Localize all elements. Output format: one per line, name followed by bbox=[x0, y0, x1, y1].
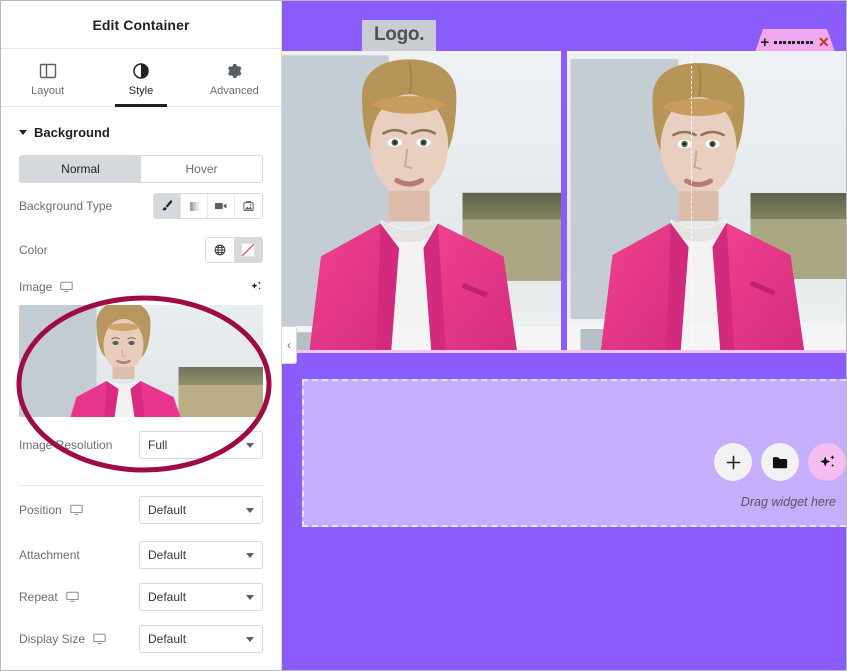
gear-icon bbox=[225, 62, 243, 80]
tab-style-label: Style bbox=[128, 85, 154, 97]
sparkle-icon[interactable] bbox=[249, 280, 263, 294]
dropzone-hint: Drag widget here bbox=[740, 495, 836, 509]
state-toggle: Normal Hover bbox=[19, 155, 263, 183]
position-label: Position bbox=[19, 503, 62, 517]
attachment-select-wrap: Default bbox=[139, 541, 263, 569]
position-label-group: Position bbox=[19, 503, 139, 517]
brush-icon[interactable] bbox=[154, 194, 181, 218]
panel-collapse-handle[interactable]: ‹ bbox=[282, 326, 297, 364]
background-type-buttons bbox=[153, 193, 263, 219]
image-resolution-select[interactable]: Full bbox=[139, 431, 263, 459]
globe-icon[interactable] bbox=[206, 238, 234, 262]
elementor-editor-window: Edit Container Layout Style Advanced Bac… bbox=[0, 0, 847, 671]
close-icon[interactable]: ✕ bbox=[818, 35, 830, 49]
background-type-row: Background Type bbox=[1, 183, 281, 229]
chevron-down-icon bbox=[19, 130, 27, 135]
color-row: Color bbox=[1, 229, 281, 271]
position-select[interactable]: Default bbox=[139, 496, 263, 524]
monitor-icon[interactable] bbox=[93, 633, 106, 645]
preview-canvas: Logo. + ✕ Drag widget here bbox=[282, 1, 846, 670]
slideshow-icon[interactable] bbox=[235, 194, 262, 218]
repeat-label: Repeat bbox=[19, 590, 58, 604]
tab-style[interactable]: Style bbox=[94, 49, 187, 107]
color-label: Color bbox=[19, 243, 48, 257]
tab-advanced[interactable]: Advanced bbox=[188, 49, 281, 106]
state-hover-button[interactable]: Hover bbox=[141, 156, 262, 182]
panel-header: Edit Container bbox=[1, 1, 281, 49]
hero-photo-left[interactable] bbox=[282, 51, 561, 353]
monitor-icon[interactable] bbox=[60, 281, 74, 293]
tab-advanced-label: Advanced bbox=[209, 85, 259, 97]
background-type-label: Background Type bbox=[19, 199, 113, 213]
repeat-select[interactable]: Default bbox=[139, 583, 263, 611]
background-section-header[interactable]: Background bbox=[1, 107, 281, 152]
guide-dashed-line bbox=[691, 51, 692, 353]
grid-dots-icon[interactable] bbox=[774, 41, 813, 44]
image-resolution-select-wrap: Full bbox=[139, 431, 263, 459]
monitor-icon[interactable] bbox=[69, 504, 83, 516]
repeat-label-group: Repeat bbox=[19, 590, 139, 604]
add-section-button[interactable]: + bbox=[760, 35, 769, 50]
dropzone-buttons bbox=[714, 443, 846, 481]
color-buttons bbox=[205, 237, 263, 263]
thumbnail-photo bbox=[19, 305, 263, 417]
add-element-button[interactable] bbox=[714, 443, 752, 481]
gradient-icon[interactable] bbox=[181, 194, 208, 218]
state-normal-button[interactable]: Normal bbox=[20, 156, 141, 182]
repeat-row: Repeat Default bbox=[1, 576, 281, 618]
no-color-swatch[interactable] bbox=[234, 238, 262, 262]
position-select-wrap: Default bbox=[139, 496, 263, 524]
display-size-select-wrap: Default bbox=[139, 625, 263, 653]
model-photo-left bbox=[282, 51, 561, 353]
panel-body: Background Normal Hover Background Type bbox=[1, 107, 281, 670]
image-label: Image bbox=[19, 280, 53, 294]
monitor-icon[interactable] bbox=[65, 591, 79, 603]
attachment-row: Attachment Default bbox=[1, 534, 281, 576]
image-row: Image bbox=[1, 271, 281, 303]
display-size-label: Display Size bbox=[19, 632, 86, 646]
video-icon[interactable] bbox=[208, 194, 235, 218]
display-size-label-group: Display Size bbox=[19, 632, 139, 646]
hero-photo-right[interactable] bbox=[567, 51, 846, 353]
attachment-label: Attachment bbox=[19, 548, 80, 562]
ai-builder-button[interactable] bbox=[808, 443, 846, 481]
logo[interactable]: Logo. bbox=[362, 20, 437, 51]
empty-container-area: Drag widget here bbox=[282, 353, 846, 662]
image-resolution-row: Image Resolution Full bbox=[1, 423, 281, 467]
image-label-group: Image bbox=[19, 280, 249, 294]
panel-tabs: Layout Style Advanced bbox=[1, 49, 281, 107]
section-title: Background bbox=[34, 125, 110, 140]
logo-text: Logo. bbox=[374, 24, 425, 45]
style-settings-panel: Edit Container Layout Style Advanced Bac… bbox=[1, 1, 282, 670]
model-photo-right bbox=[567, 51, 846, 353]
position-row: Position Default bbox=[1, 486, 281, 534]
display-size-row: Display Size Default bbox=[1, 618, 281, 660]
attachment-select[interactable]: Default bbox=[139, 541, 263, 569]
template-library-button[interactable] bbox=[761, 443, 799, 481]
image-thumbnail[interactable] bbox=[19, 305, 263, 417]
repeat-select-wrap: Default bbox=[139, 583, 263, 611]
hero-section bbox=[282, 51, 846, 353]
widget-dropzone[interactable]: Drag widget here bbox=[302, 379, 846, 527]
page-title: Edit Container bbox=[92, 16, 190, 33]
image-resolution-label: Image Resolution bbox=[19, 438, 113, 452]
display-size-select[interactable]: Default bbox=[139, 625, 263, 653]
tab-layout-label: Layout bbox=[31, 85, 65, 97]
layout-icon bbox=[39, 62, 57, 80]
site-header: Logo. + ✕ bbox=[282, 1, 846, 51]
tab-layout[interactable]: Layout bbox=[1, 49, 94, 106]
contrast-circle-icon bbox=[132, 62, 150, 80]
